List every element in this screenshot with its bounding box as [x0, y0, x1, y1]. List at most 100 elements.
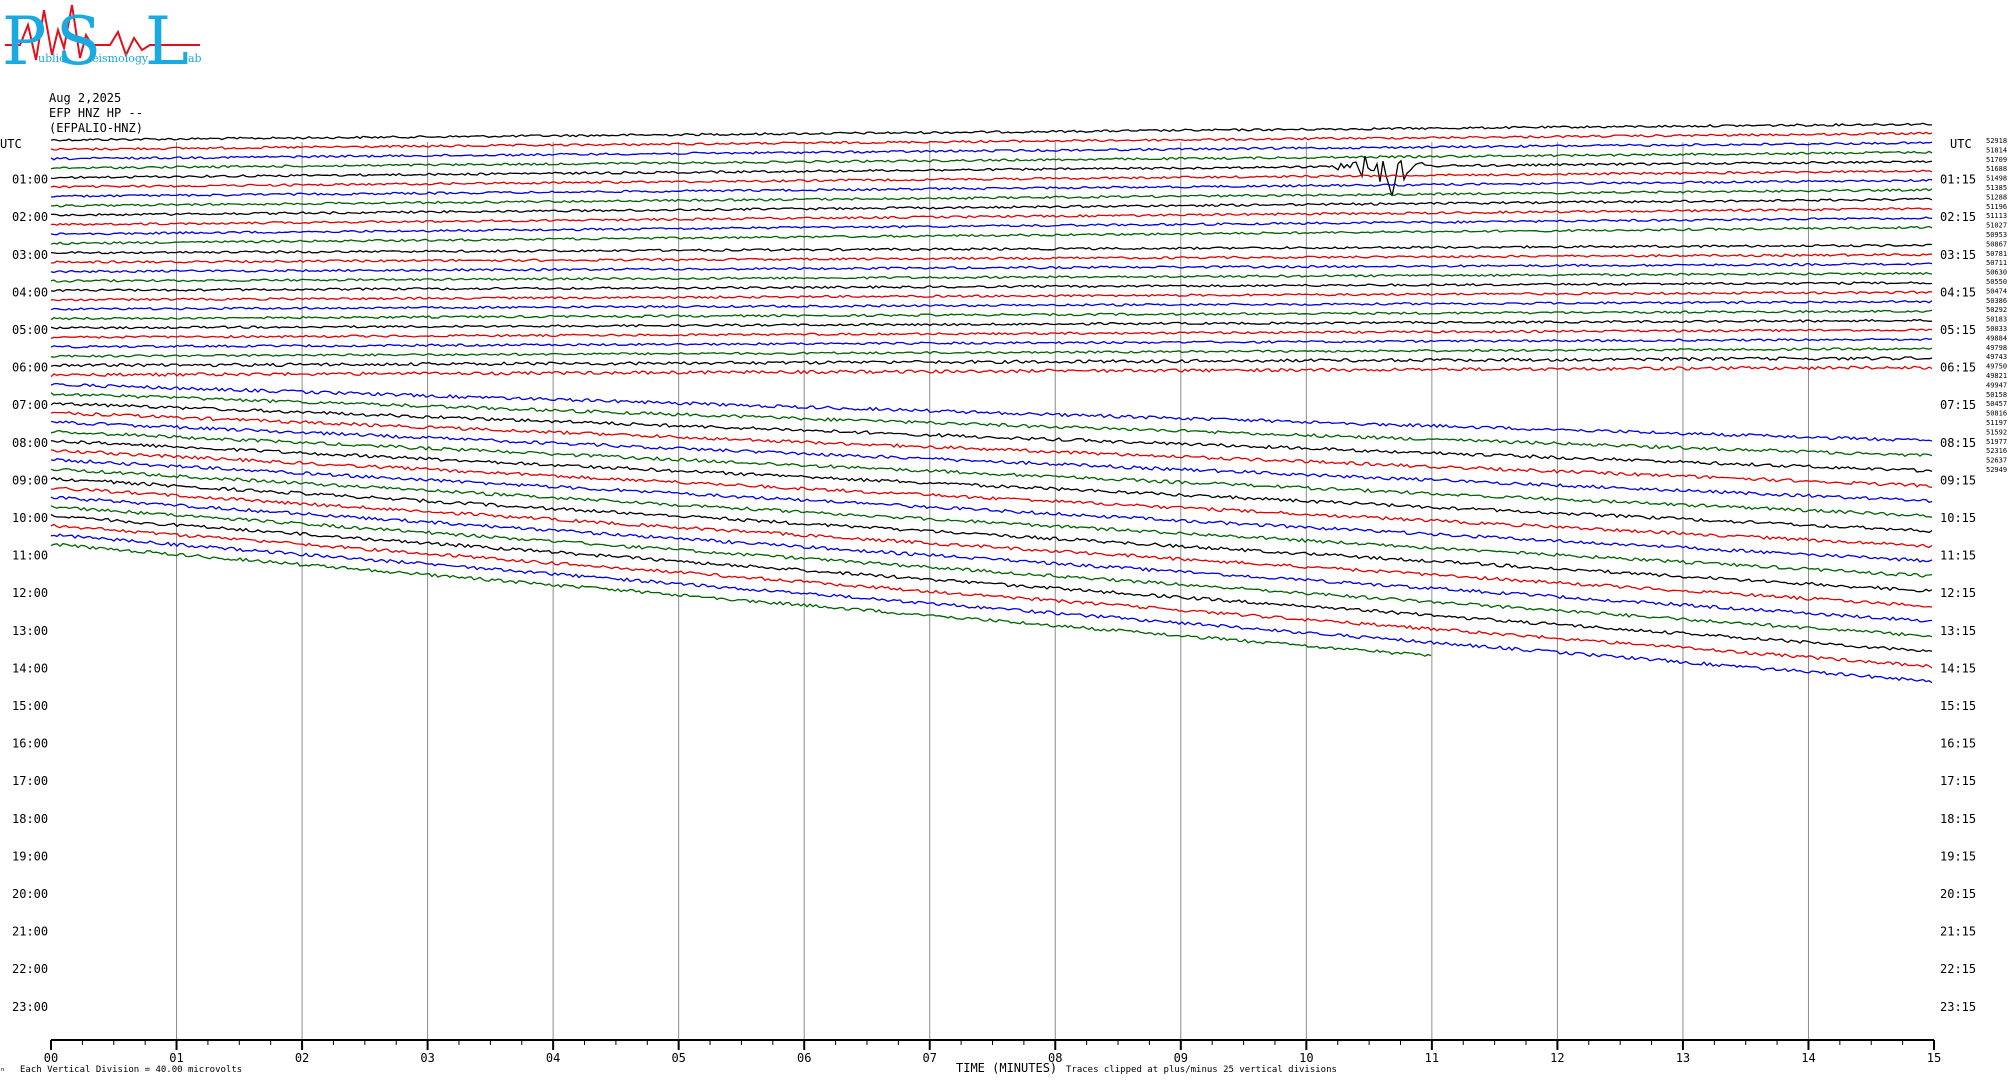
row-offset-label: 51592	[1986, 428, 2007, 436]
row-offset-label: 51385	[1986, 184, 2007, 192]
left-tick-label: 05:00	[12, 323, 48, 337]
logo-word-seismology: eismology	[92, 52, 149, 65]
trace-row-6	[50, 178, 1933, 198]
row-offset-label: 49821	[1986, 372, 2007, 380]
trace-row-10	[50, 216, 1933, 236]
left-tick-label: 20:00	[12, 887, 48, 901]
trace-row-18	[50, 300, 1933, 311]
row-offset-label: 50781	[1986, 250, 2007, 258]
right-tick-label: 07:15	[1940, 398, 1976, 412]
x-tick-label: 02	[295, 1051, 309, 1065]
row-offset-label: 49750	[1986, 363, 2007, 371]
trace-row-19	[50, 309, 1933, 321]
left-tick-label: 19:00	[12, 849, 48, 863]
right-unit-label: UTC	[1950, 137, 1972, 151]
row-offset-label: 51977	[1986, 438, 2007, 446]
row-offset-label: 51688	[1986, 165, 2007, 173]
row-offset-label: 49743	[1986, 353, 2007, 361]
right-tick-label: 01:15	[1940, 173, 1976, 187]
right-tick-label: 04:15	[1940, 285, 1976, 299]
row-offset-label: 49798	[1986, 344, 2007, 352]
trace-row-9	[50, 207, 1933, 226]
trace-row-4	[50, 155, 1933, 197]
left-unit-label: UTC	[0, 137, 22, 151]
left-tick-label: 09:00	[12, 473, 48, 487]
trace-row-12	[50, 243, 1933, 255]
row-offset-label: 52918	[1986, 137, 2007, 145]
left-tick-label: 17:00	[12, 774, 48, 788]
row-offset-label: 50033	[1986, 325, 2007, 333]
left-tick-label: 03:00	[12, 248, 48, 262]
right-hour-labels: 01:15 02:15 03:15 04:15 05:15 06:15 07:15 08:15…	[1940, 173, 1976, 1014]
trace-row-24	[50, 356, 1933, 368]
trace-row-32	[50, 439, 1933, 534]
right-tick-label: 08:15	[1940, 436, 1976, 450]
row-offset-label: 51113	[1986, 212, 2007, 220]
trace-row-15	[50, 271, 1933, 283]
trace-row-11	[50, 225, 1933, 245]
division-note: Each Vertical Division = 40.00 microvolt…	[20, 1065, 242, 1075]
left-tick-label: 13:00	[12, 624, 48, 638]
row-offset-label: 50292	[1986, 306, 2007, 314]
row-offset-label: 50386	[1986, 297, 2007, 305]
row-offset-label: 51709	[1986, 156, 2007, 164]
x-tick-label: 03	[420, 1051, 434, 1065]
row-offset-label: 49947	[1986, 381, 2007, 389]
logo-letter-p: P	[2, 3, 46, 80]
right-tick-label: 16:15	[1940, 737, 1976, 751]
x-tick-label: 10	[1299, 1051, 1313, 1065]
x-tick-label: 01	[169, 1051, 183, 1065]
x-axis-title: TIME (MINUTES)	[956, 1061, 1057, 1075]
seismic-traces	[50, 122, 1933, 684]
x-tick-label: 00	[44, 1051, 58, 1065]
trace-row-7	[50, 188, 1933, 208]
trace-row-36	[50, 476, 1933, 593]
right-tick-label: 22:15	[1940, 962, 1976, 976]
row-offset-label: 50711	[1986, 259, 2007, 267]
left-tick-label: 04:00	[12, 285, 48, 299]
trace-row-42	[50, 533, 1933, 684]
header-station: EFP HNZ HP --	[49, 106, 143, 120]
right-tick-label: 13:15	[1940, 624, 1976, 638]
trace-row-1	[50, 131, 1933, 151]
row-offset-label: 51196	[1986, 203, 2007, 211]
right-tick-label: 12:15	[1940, 586, 1976, 600]
row-offset-label: 50816	[1986, 410, 2007, 418]
right-tick-label: 09:15	[1940, 473, 1976, 487]
x-tick-label: 05	[671, 1051, 685, 1065]
right-tick-label: 23:15	[1940, 1000, 1976, 1014]
row-offset-label: 50630	[1986, 269, 2007, 277]
trace-row-25	[50, 365, 1933, 378]
right-tick-label: 10:15	[1940, 511, 1976, 525]
x-tick-label: 04	[546, 1051, 560, 1065]
x-tick-label: 06	[797, 1051, 811, 1065]
header-date: Aug 2,2025	[49, 91, 121, 105]
clip-note: Traces clipped at plus/minus 25 vertical…	[1066, 1065, 1337, 1075]
right-tick-label: 11:15	[1940, 549, 1976, 563]
row-offset-label: 50183	[1986, 316, 2007, 324]
trace-row-35	[50, 468, 1933, 578]
left-tick-label: 11:00	[12, 549, 48, 563]
right-tick-label: 02:15	[1940, 210, 1976, 224]
x-tick-label: 12	[1550, 1051, 1564, 1065]
row-offset-label: 50550	[1986, 278, 2007, 286]
left-tick-label: 22:00	[12, 962, 48, 976]
left-tick-label: 15:00	[12, 699, 48, 713]
left-tick-label: 01:00	[12, 173, 48, 187]
row-offset-label: 52316	[1986, 447, 2007, 455]
left-tick-label: 02:00	[12, 210, 48, 224]
x-tick-label: 13	[1676, 1051, 1690, 1065]
trace-row-0	[50, 122, 1932, 142]
row-offset-label: 51197	[1986, 419, 2007, 427]
trace-row-21	[50, 328, 1933, 340]
row-offset-label: 52949	[1986, 466, 2007, 474]
right-tick-label: 05:15	[1940, 323, 1976, 337]
left-tick-label: 14:00	[12, 661, 48, 675]
logo-word-public: ublic	[38, 52, 65, 65]
trace-row-17	[50, 290, 1933, 302]
trace-row-22	[50, 337, 1933, 349]
trace-row-16	[50, 281, 1933, 293]
row-offset-label: 49884	[1986, 334, 2007, 342]
left-tick-label: 08:00	[12, 436, 48, 450]
right-tick-label: 14:15	[1940, 661, 1976, 675]
